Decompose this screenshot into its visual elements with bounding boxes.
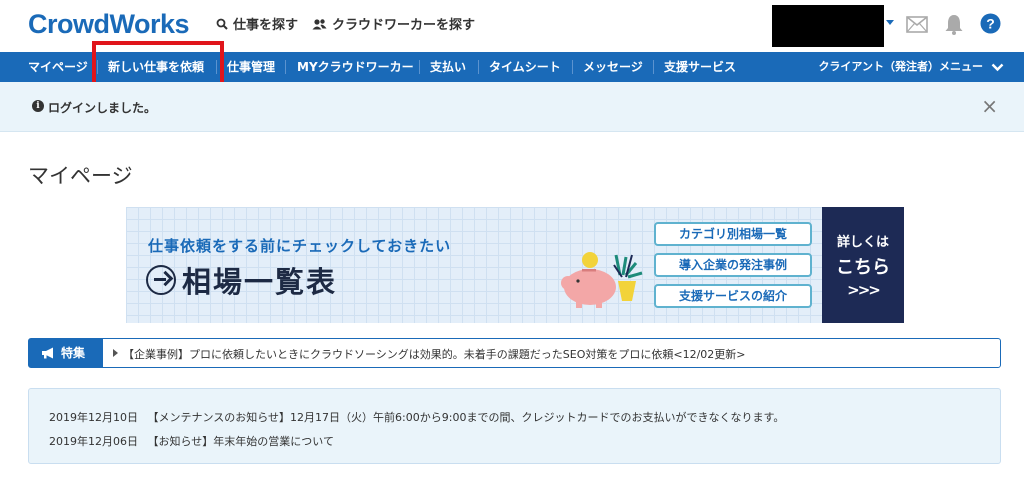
login-alert: i ログインしました。 × [0,82,1024,132]
alert-message: ログインしました。 [48,101,157,115]
nav-divider [285,60,286,74]
nav-item-mypage[interactable]: マイページ [28,52,88,82]
notice-date: 2019年12月06日 [49,435,138,448]
pill-case-studies[interactable]: 導入企業の発注事例 [654,253,812,277]
client-menu-label: クライアント（発注者）メニュー [818,60,983,73]
nav-item-my-workers[interactable]: MYクラウドワーカー [297,52,414,82]
notice-date: 2019年12月10日 [49,411,138,424]
notice-item[interactable]: 2019年12月10日 【メンテナンスのお知らせ】12月17日（火）午前6:00… [49,409,784,425]
notice-text: 【お知らせ】年末年始の営業について [147,435,334,448]
pill-support-services[interactable]: 支援サービスの紹介 [654,284,812,308]
find-workers-label: クラウドワーカーを探す [332,18,476,33]
megaphone-icon [42,347,53,359]
info-icon: i [32,100,44,112]
banner-subtitle: 仕事依頼をする前にチェックしておきたい [148,237,452,255]
account-menu[interactable] [772,5,884,47]
feature-tag-label: 特集 [61,346,86,360]
find-workers-link[interactable]: クラウドワーカーを探す [312,14,475,33]
pill-category-prices[interactable]: カテゴリ別相場一覧 [654,222,812,246]
banner-cta[interactable]: 詳しくは こちら >>> [822,207,904,323]
nav-item-job-management[interactable]: 仕事管理 [227,52,275,82]
triangle-right-icon [113,349,118,357]
cta-line-1: 詳しくは [836,235,889,250]
nav-divider [653,60,654,74]
arrow-circle-icon [146,265,176,295]
banner-title: 相場一覧表 [141,259,346,303]
nav-item-messages[interactable]: メッセージ [583,52,643,82]
mail-icon[interactable] [906,16,928,33]
close-icon[interactable]: × [981,94,998,118]
feature-tag: 特集 [29,339,103,367]
help-icon[interactable]: ? [980,13,1001,34]
chevron-down-icon [991,63,1004,71]
notice-text: 【メンテナンスのお知らせ】12月17日（火）午前6:00から9:00までの間、ク… [147,411,785,424]
nav-divider [478,60,479,74]
nav-item-timesheet[interactable]: タイムシート [489,52,561,82]
nav-divider [572,60,573,74]
feature-bar: 特集 【企業事例】プロに依頼したいときにクラウドソーシングは効果的。未着手の課題… [28,338,1001,368]
logo[interactable]: CrowdWorks [28,9,190,40]
notice-list: 2019年12月10日 【メンテナンスのお知らせ】12月17日（火）午前6:00… [28,388,1001,464]
banner-heading: 相場一覧表 [141,259,346,303]
svg-text:?: ? [986,16,995,32]
client-menu-toggle[interactable]: クライアント（発注者）メニュー [818,52,1004,82]
cta-arrows: >>> [847,281,881,299]
nav-item-payments[interactable]: 支払い [430,52,466,82]
feature-link[interactable]: 【企業事例】プロに依頼したいときにクラウドソーシングは効果的。未着手の課題だった… [123,346,746,362]
nav-item-support[interactable]: 支援サービス [664,52,736,82]
cta-line-2: こちら [836,257,890,278]
users-icon [312,18,327,29]
account-caret-icon[interactable] [886,20,894,25]
bell-icon[interactable] [944,13,964,35]
market-price-banner[interactable]: 仕事依頼をする前にチェックしておきたい 相場一覧表 カテゴリ別相場一覧 導入企業… [126,207,904,323]
search-icon [216,18,228,30]
find-jobs-label: 仕事を探す [233,18,299,33]
piggy-bank-icon [561,252,643,308]
find-jobs-link[interactable]: 仕事を探す [216,14,298,33]
nav-divider [419,60,420,74]
notice-item[interactable]: 2019年12月06日 【お知らせ】年末年始の営業について [49,433,334,449]
page-title: マイページ [28,164,133,188]
